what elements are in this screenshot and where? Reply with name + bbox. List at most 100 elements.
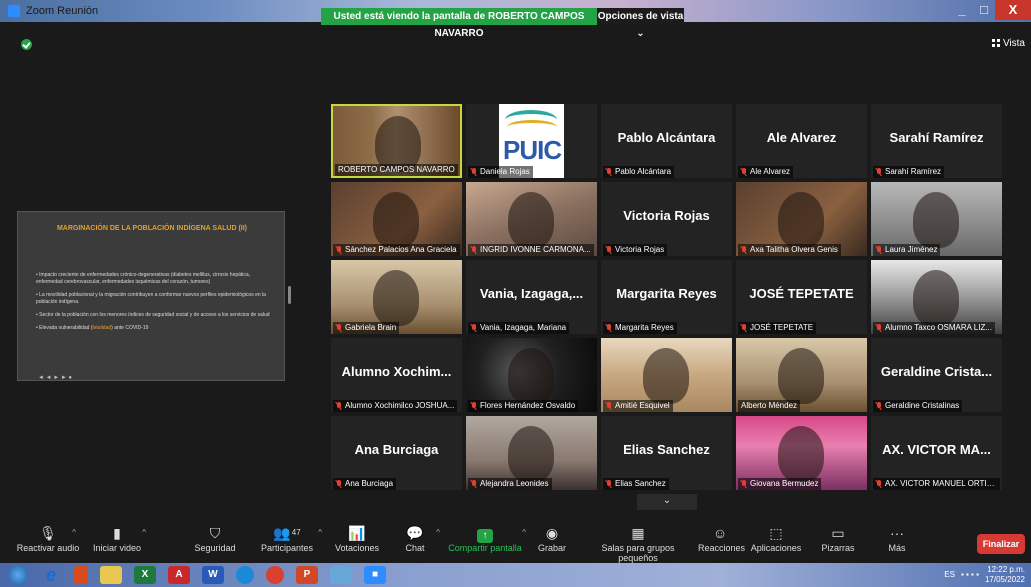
more-dots-icon: ··· [890,525,904,541]
participant-tile[interactable]: Elias Sanchez Elias Sanchez [601,416,732,490]
view-layout-label: Vista [1002,38,1025,49]
windows-taskbar: e X A W P ■ ES ▪ ▪ ▪ ▪ 12:22 p.m. 17/05/2… [0,563,1031,587]
slide-title: MARGINACIÓN DE LA POBLACIÓN INDÍGENA SAL… [56,225,248,232]
reactions-button[interactable]: ☺ Reacciones [698,523,745,553]
unmute-label: Reactivar audio [16,543,80,553]
chat-options-chevron-icon[interactable]: ^ [436,528,440,537]
participant-tile[interactable]: Laura Jiménez [871,182,1002,256]
participant-name-label: Flores Hernández Osvaldo [468,400,579,412]
polls-button[interactable]: 📊 Votaciones [334,523,380,553]
participant-tile[interactable]: Victoria Rojas Victoria Rojas [601,182,732,256]
participant-tile[interactable]: Ana Burciaga Ana Burciaga [331,416,462,490]
start-video-button[interactable]: ▮ Iniciar video ^ [88,523,146,553]
file-explorer-icon[interactable] [100,566,122,584]
view-layout-button[interactable]: Vista [991,38,1025,49]
more-button[interactable]: ··· Más [884,523,910,553]
chrome-icon[interactable] [266,566,284,584]
minimize-button[interactable]: _ [951,0,973,20]
apps-label: Aplicaciones [750,543,802,553]
slide-bullet: • Impacto creciente de enfermedades crón… [36,272,251,285]
participant-gallery: ROBERTO CAMPOS NAVARRO PUIC Daniela Rojas P… [331,104,1003,494]
participant-tile[interactable]: Gabriela Brain [331,260,462,334]
participant-tile[interactable]: Alumno Xochim... Alumno Xochimilco JOSHUA… [331,338,462,412]
security-button[interactable]: ⛉ Seguridad [192,523,238,553]
clock[interactable]: 12:22 p.m. 17/05/2022 [985,565,1025,585]
participant-tile[interactable]: AX. VICTOR MA... AX. VICTOR MANUEL ORTIG.… [871,416,1002,490]
share-screen-button[interactable]: ↑ Compartir pantalla ^ [448,523,526,553]
chat-button[interactable]: 💬 Chat ^ [400,523,440,553]
participant-tile[interactable]: Sarahí Ramírez Sarahí Ramírez [871,104,1002,178]
close-button[interactable]: X [995,0,1031,20]
participant-tile[interactable]: Pablo Alcántara Pablo Alcántara [601,104,732,178]
zoom-taskbar-icon[interactable]: ■ [364,566,386,584]
start-video-label: Iniciar video [92,543,142,553]
participant-name: Laura Jiménez [885,245,938,254]
participant-tile[interactable]: PUIC Daniela Rojas [466,104,597,178]
mic-muted-icon [606,324,612,332]
participants-button[interactable]: 👥47 Participantes ^ [258,523,322,553]
participant-name: Daniela Rojas [480,167,530,176]
slide-bullet: • Sector de la población con los menores… [36,312,270,318]
participant-name-label: AX. VICTOR MANUEL ORTIG... [873,478,1000,490]
start-menu-icon[interactable] [8,565,28,585]
participant-display-name: Sarahí Ramírez [889,130,984,145]
participant-tile[interactable]: Axa Talitha Olvera Genis [736,182,867,256]
end-meeting-button[interactable]: Finalizar [977,534,1025,554]
split-resize-handle[interactable] [288,286,291,304]
share-options-chevron-icon[interactable]: ^ [522,528,526,537]
participant-tile[interactable]: Sánchez Palacios Ana Graciela [331,182,462,256]
screen-share-banner: Usted está viendo la pantalla de ROBERTO… [321,8,597,39]
participant-tile[interactable]: Margarita Reyes Margarita Reyes [601,260,732,334]
participant-tile[interactable]: Alejandra Leonides [466,416,597,490]
unmute-button[interactable]: 🎙 Reactivar audio ^ [16,523,80,553]
participant-tile[interactable]: ROBERTO CAMPOS NAVARRO [331,104,462,178]
encryption-shield-icon[interactable] [21,39,32,50]
participant-tile[interactable]: Flores Hernández Osvaldo [466,338,597,412]
participant-tile[interactable]: Ale Alvarez Ale Alvarez [736,104,867,178]
slide-nav-controls[interactable]: ◄ ◄ ► ► ● [38,375,72,381]
participant-name: Ana Burciaga [345,479,394,488]
word-icon[interactable]: W [202,566,224,584]
acrobat-icon[interactable]: A [168,566,190,584]
excel-icon[interactable]: X [134,566,156,584]
audio-options-chevron-icon[interactable]: ^ [72,528,76,537]
breakout-rooms-button[interactable]: ▦ Salas para grupos pequeños [582,523,694,563]
participant-tile[interactable]: Vania, Izagaga,... Vania, Izagaga, Marian… [466,260,597,334]
participant-tile[interactable]: Amitié Esquivel [601,338,732,412]
video-options-chevron-icon[interactable]: ^ [142,528,146,537]
mic-muted-icon [741,324,747,332]
tray-icons[interactable]: ▪ ▪ ▪ ▪ [961,570,979,580]
record-button[interactable]: ◉ Grabar [534,523,570,553]
shared-screen-view[interactable]: MARGINACIÓN DE LA POBLACIÓN INDÍGENA SAL… [17,211,285,381]
view-options-button[interactable]: Opciones de vista ⌄ [597,8,684,39]
media-player-icon[interactable] [74,566,88,584]
participant-tile[interactable]: Giovana Bermudez [736,416,867,490]
apps-button[interactable]: ⬚ Aplicaciones [750,523,802,553]
participant-display-name: Ale Alvarez [766,130,837,145]
participant-tile[interactable]: INGRID IVONNE CARMONA... [466,182,597,256]
participant-name-label: Amitié Esquivel [603,400,673,412]
edge-icon[interactable] [236,566,254,584]
participant-name-label: JOSÉ TEPETATE [738,322,817,334]
zoom-app-icon [8,5,20,17]
participant-tile[interactable]: Alberto Méndez [736,338,867,412]
whiteboards-button[interactable]: ▭ Pizarras [818,523,858,553]
participant-name: Gabriela Brain [345,323,397,332]
folder-icon[interactable] [330,566,352,584]
participant-display-name: Ana Burciaga [354,442,439,457]
next-page-chevron-icon[interactable]: ⌄ [637,494,697,510]
internet-explorer-icon[interactable]: e [40,566,62,584]
reactions-icon: ☺ [712,525,728,541]
powerpoint-icon[interactable]: P [296,566,318,584]
participant-tile[interactable]: Alumno Taxco OSMARA LIZ... [871,260,1002,334]
participant-tile[interactable]: JOSÉ TEPETATE JOSÉ TEPETATE [736,260,867,334]
participant-display-name: Alumno Xochim... [341,364,452,379]
language-indicator[interactable]: ES [944,570,955,580]
maximize-button[interactable]: □ [973,0,995,20]
participant-name: Ale Alvarez [750,167,791,176]
mic-muted-icon [336,480,342,488]
participant-tile[interactable]: Geraldine Crista... Geraldine Cristalinas [871,338,1002,412]
mic-muted-icon [606,480,612,488]
participants-options-chevron-icon[interactable]: ^ [318,528,322,537]
participant-name: Margarita Reyes [615,323,674,332]
